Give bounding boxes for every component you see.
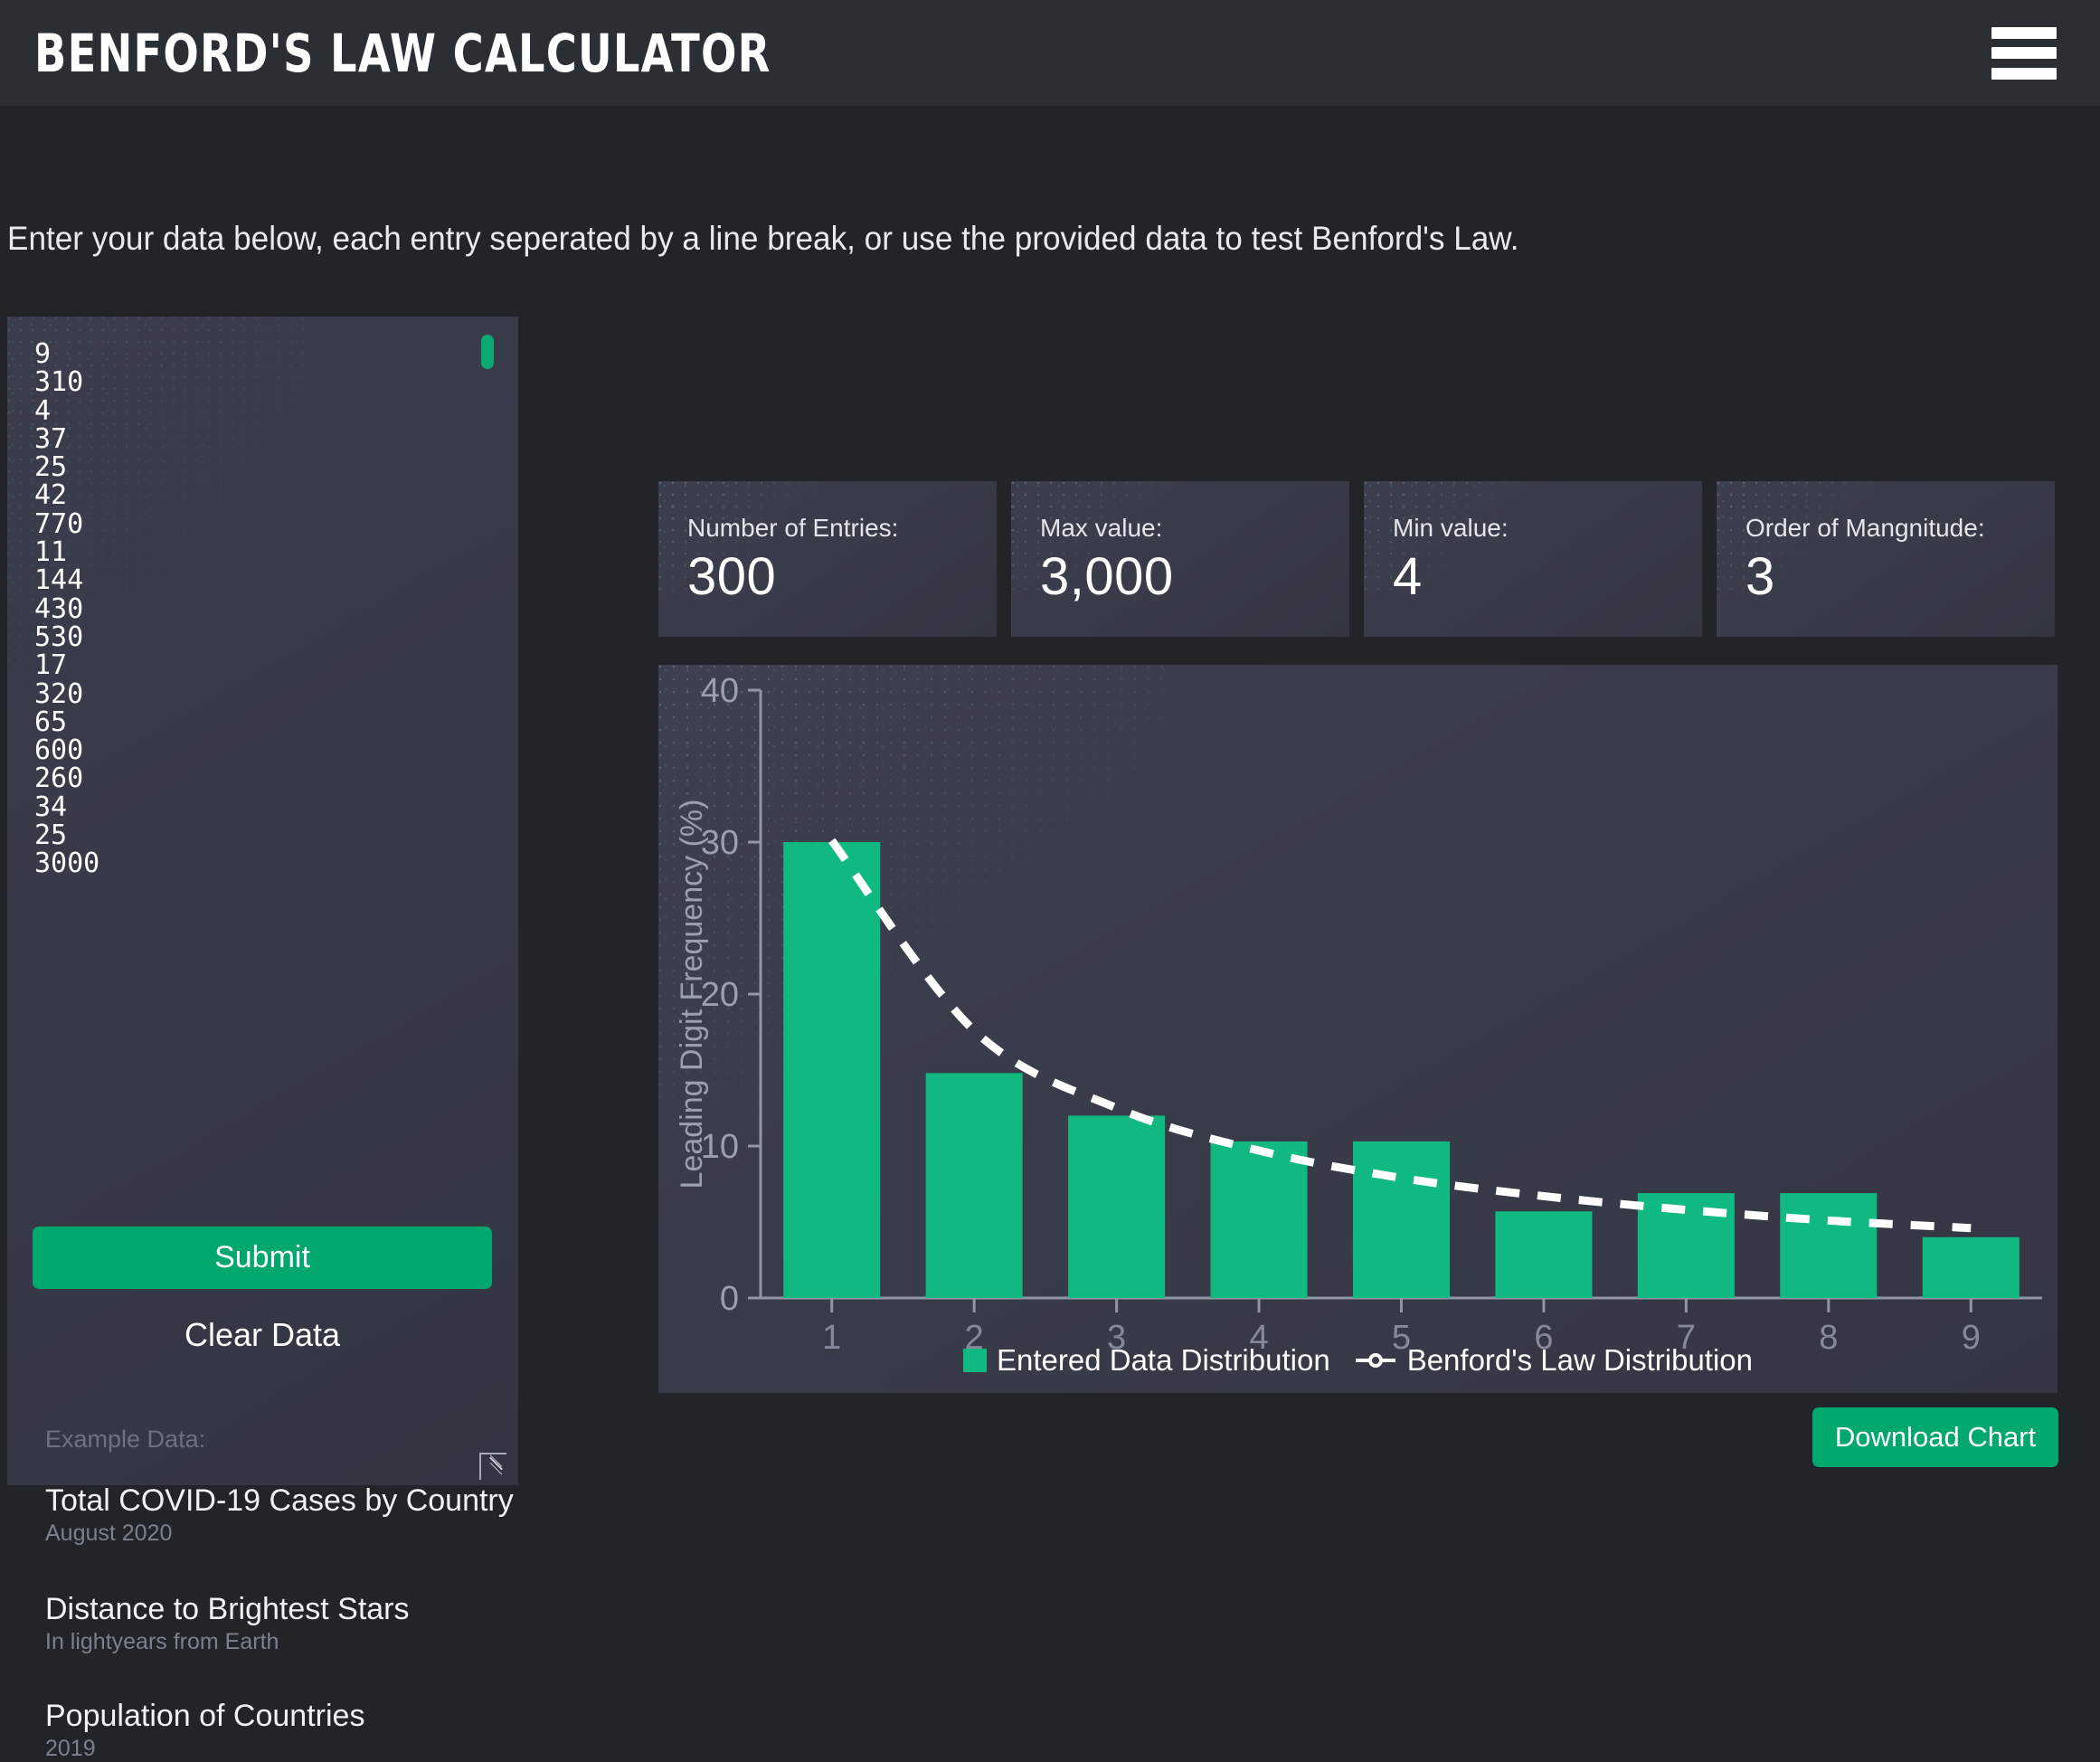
legend-item-entered: Entered Data Distribution [962,1343,1330,1378]
textarea-resize-handle[interactable] [479,1453,506,1480]
stat-cards: Number of Entries: 300 Max value: 3,000 … [658,481,2055,637]
page-title: BENFORD'S LAW CALCULATOR [34,22,771,84]
example-item-population[interactable]: Population of Countries 2019 [45,1699,364,1762]
data-textarea[interactable]: 9 310 4 37 25 42 770 11 144 430 530 17 3… [7,317,518,886]
example-item-title: Distance to Brightest Stars [45,1592,410,1626]
textarea-scrollbar-thumb[interactable] [481,335,494,369]
hamburger-menu-icon[interactable] [1991,26,2057,80]
legend-label: Entered Data Distribution [996,1343,1330,1377]
stat-value: 300 [687,547,777,606]
svg-text:40: 40 [701,672,739,710]
stat-label: Max value: [1040,514,1163,542]
hamburger-bar [1991,67,2057,80]
clear-data-button[interactable]: Clear Data [33,1312,492,1359]
example-item-title: Total COVID-19 Cases by Country [45,1483,514,1518]
data-textarea-value: 9 310 4 37 25 42 770 11 144 430 530 17 3… [34,338,100,880]
example-item-covid[interactable]: Total COVID-19 Cases by Country August 2… [45,1483,514,1547]
legend-swatch-bar [962,1349,987,1372]
submit-button[interactable]: Submit [33,1227,492,1289]
stat-value: 4 [1393,547,1423,606]
example-item-subtitle: In lightyears from Earth [45,1629,279,1654]
legend-marker-line [1355,1353,1395,1368]
app-header: BENFORD'S LAW CALCULATOR [0,0,2100,106]
stat-label: Number of Entries: [687,514,899,542]
stat-label: Order of Mangnitude: [1745,514,1985,542]
hamburger-bar [1991,47,2057,59]
benford-chart-panel: 0 10 20 30 40 Leading Digit Frequency (%) 1 2 3 4… [658,665,2057,1393]
stat-card-entries: Number of Entries: 300 [658,481,997,637]
chart-legend: Entered Data Distribution Benford's Law … [658,1343,2057,1378]
example-item-title: Population of Countries [45,1699,365,1733]
example-data-label: Example Data: [45,1426,206,1453]
example-item-subtitle: August 2020 [45,1520,173,1546]
example-item-subtitle: 2019 [45,1736,96,1761]
example-item-stars[interactable]: Distance to Brightest Stars In lightyear… [45,1592,410,1655]
stat-card-max: Max value: 3,000 [1011,481,1349,637]
download-chart-button[interactable]: Download Chart [1812,1407,2058,1467]
hamburger-bar [1991,26,2057,39]
stat-value: 3 [1745,547,1775,606]
legend-item-benford: Benford's Law Distribution [1354,1343,1753,1378]
benford-chart: 010203040Leading Digit Frequency (%)1 2 3 4… [675,672,2042,1357]
intro-text: Enter your data below, each entry sepera… [7,220,1519,257]
stat-value: 3,000 [1040,547,1174,606]
stat-card-min: Min value: 4 [1364,481,1702,637]
svg-text:Leading Digit Frequency (%): Leading Digit Frequency (%) [675,800,709,1189]
svg-text:0: 0 [720,1280,739,1318]
stat-card-magnitude: Order of Mangnitude: 3 [1717,481,2055,637]
legend-label: Benford's Law Distribution [1406,1343,1754,1377]
textarea-scrollbar[interactable] [481,335,494,868]
stat-label: Min value: [1393,514,1509,542]
input-panel: 9 310 4 37 25 42 770 11 144 430 530 17 3… [7,317,518,1761]
